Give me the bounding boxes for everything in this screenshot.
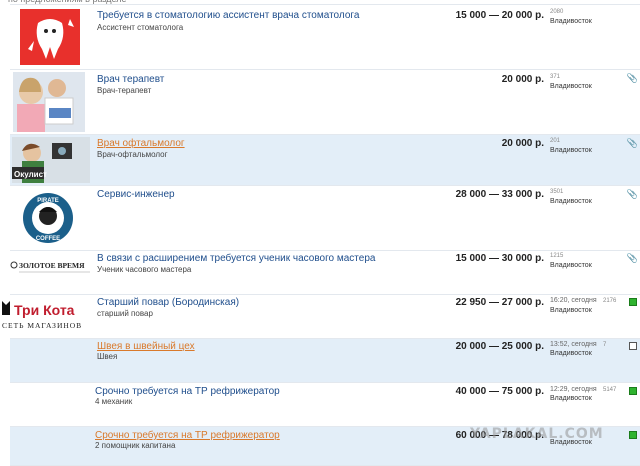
views-count: 3501 <box>550 189 564 195</box>
views-count: 371 <box>550 74 561 80</box>
watermark: YAPLAKAL.COM <box>470 426 604 442</box>
listing-city: Владивосток <box>550 147 592 154</box>
listing-subtitle: старший повар <box>97 309 153 318</box>
views-count: 2176 <box>603 298 617 304</box>
listing-time: 12:29, сегодня <box>550 386 597 393</box>
svg-text:Три Кота: Три Кота <box>14 302 75 318</box>
listing-city: Владивосток <box>550 307 592 314</box>
listing-salary: 28 000 — 33 000 р. <box>455 189 544 200</box>
svg-text:Окулист: Окулист <box>14 170 47 179</box>
listing-title[interactable]: Старший повар (Бородинская) <box>97 297 239 308</box>
listing-subtitle: Ученик часового мастера <box>97 265 192 274</box>
listing-city: Владивосток <box>550 262 592 269</box>
listing-city: Владивосток <box>550 83 592 90</box>
views-count: 5147 <box>603 387 617 393</box>
attachment-icon: 📎 <box>626 73 638 83</box>
listing-salary: 15 000 — 20 000 р. <box>455 10 544 21</box>
listing-time: 16:20, сегодня <box>550 297 597 304</box>
listing-subtitle: Врач-терапевт <box>97 86 152 95</box>
listing-title[interactable]: Врач терапевт <box>97 74 164 85</box>
status-indicator-icon <box>629 342 637 350</box>
status-indicator-icon <box>629 298 637 306</box>
listing-row[interactable]: Срочно требуется на ТР рефрижератор 4 ме… <box>10 382 640 427</box>
listing-city: Владивосток <box>550 18 592 25</box>
listing-title[interactable]: Требуется в стоматологию ассистент врача… <box>97 10 359 21</box>
listing-title[interactable]: В связи с расширением требуется ученик ч… <box>97 253 375 264</box>
listing-city: Владивосток <box>550 350 592 357</box>
listing-subtitle: Ассистент стоматолога <box>97 23 184 32</box>
listing-row[interactable]: Окулист Врач офтальмолог Врач-офтальмоло… <box>10 134 640 186</box>
tri-kota-logo: Три Кота СЕТЬ МАГАЗИНОВ <box>0 297 92 333</box>
listing-subtitle: 4 механик <box>95 397 133 406</box>
pirate-coffee-logo: PIRATE COFFEE <box>22 192 74 244</box>
views-count: 7 <box>603 342 607 348</box>
listing-title[interactable]: Срочно требуется на ТР рефрижератор <box>95 386 280 397</box>
listing-title[interactable]: Швея в швейный цех <box>97 341 195 352</box>
views-count: 1215 <box>550 253 564 259</box>
listing-salary: 20 000 р. <box>501 138 544 149</box>
listing-salary: 20 000 — 25 000 р. <box>455 341 544 352</box>
listing-salary: 15 000 — 30 000 р. <box>455 253 544 264</box>
listing-city: Владивосток <box>550 395 592 402</box>
attachment-icon: 📎 <box>626 253 638 263</box>
listing-row[interactable]: Требуется в стоматологию ассистент врача… <box>10 4 640 70</box>
listing-title[interactable]: Срочно требуется на ТР рефрижератор <box>95 430 280 441</box>
listing-salary: 40 000 — 75 000 р. <box>455 386 544 397</box>
zolotoe-vremya-logo: ЗОЛОТОЕ ВРЕМЯ <box>10 257 92 277</box>
status-indicator-icon <box>629 387 637 395</box>
doctor-photo <box>13 72 85 132</box>
svg-text:PIRATE: PIRATE <box>37 198 59 204</box>
status-indicator-icon <box>629 431 637 439</box>
views-count: 201 <box>550 138 561 144</box>
listing-time: 13:52, сегодня <box>550 341 597 348</box>
svg-text:СЕТЬ МАГАЗИНОВ: СЕТЬ МАГАЗИНОВ <box>2 321 82 330</box>
listing-salary: 20 000 р. <box>501 74 544 85</box>
listing-row[interactable]: Швея в швейный цех Швея 20 000 — 25 000 … <box>10 338 640 383</box>
attachment-icon: 📎 <box>626 138 638 148</box>
svg-text:ЗОЛОТОЕ ВРЕМЯ: ЗОЛОТОЕ ВРЕМЯ <box>19 261 85 270</box>
listing-row[interactable]: Три Кота СЕТЬ МАГАЗИНОВ Старший повар (Б… <box>2 294 640 339</box>
dental-image <box>20 9 80 65</box>
svg-text:COFFEE: COFFEE <box>36 236 60 242</box>
listing-subtitle: Швея <box>97 352 118 361</box>
listing-title[interactable]: Врач офтальмолог <box>97 138 185 149</box>
views-count: 2080 <box>550 9 564 15</box>
listing-subtitle: Врач-офтальмолог <box>97 150 168 159</box>
listing-row[interactable]: Врач терапевт Врач-терапевт 20 000 р. 37… <box>10 69 640 135</box>
listing-salary: 22 950 — 27 000 р. <box>455 297 544 308</box>
oculist-image: Окулист <box>12 137 90 183</box>
listing-row[interactable]: ЗОЛОТОЕ ВРЕМЯ В связи с расширением треб… <box>10 250 640 295</box>
listing-city: Владивосток <box>550 198 592 205</box>
listing-subtitle: 2 помощник капитана <box>95 441 176 450</box>
listing-title[interactable]: Сервис-инженер <box>97 189 175 200</box>
listing-row[interactable]: PIRATE COFFEE Сервис-инженер 28 000 — 33… <box>10 185 640 251</box>
attachment-icon: 📎 <box>626 189 638 199</box>
